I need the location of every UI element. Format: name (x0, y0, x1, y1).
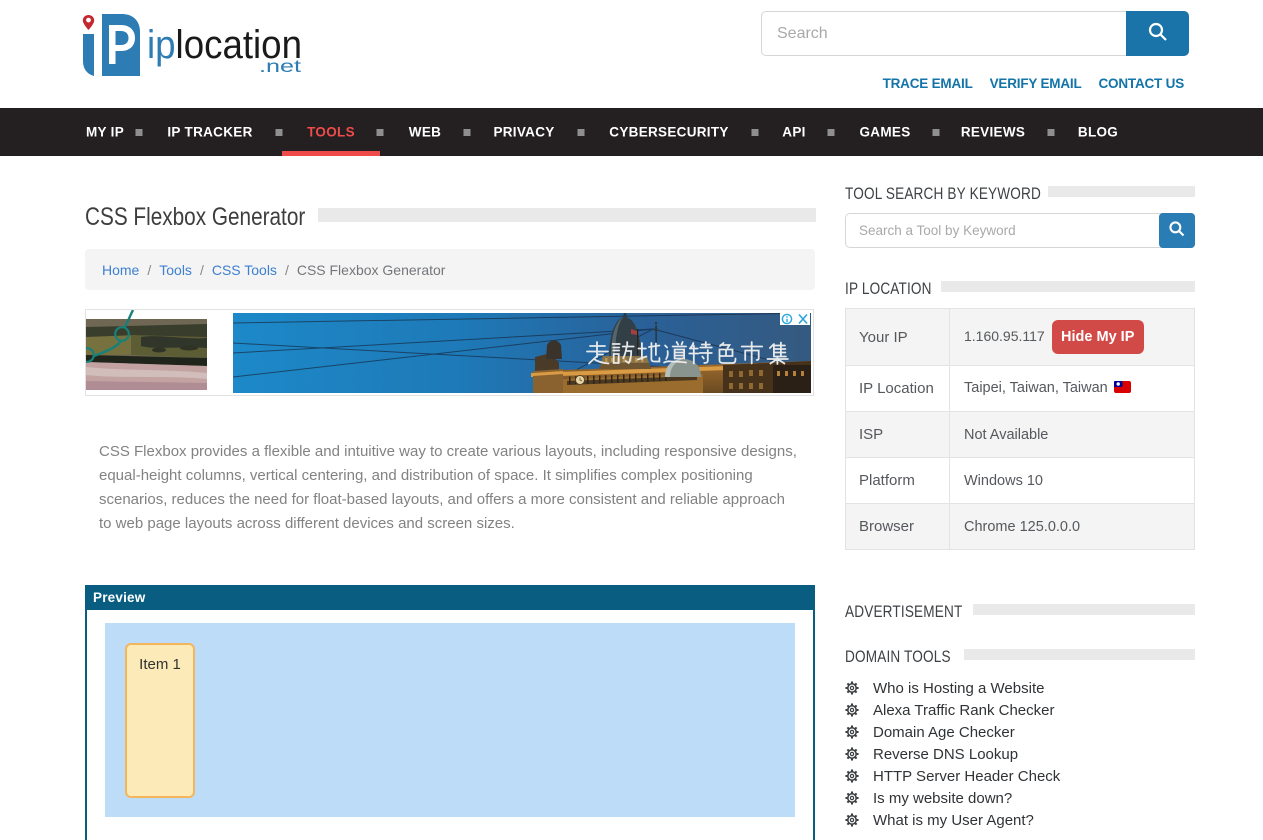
svg-text:.net: .net (259, 56, 301, 76)
